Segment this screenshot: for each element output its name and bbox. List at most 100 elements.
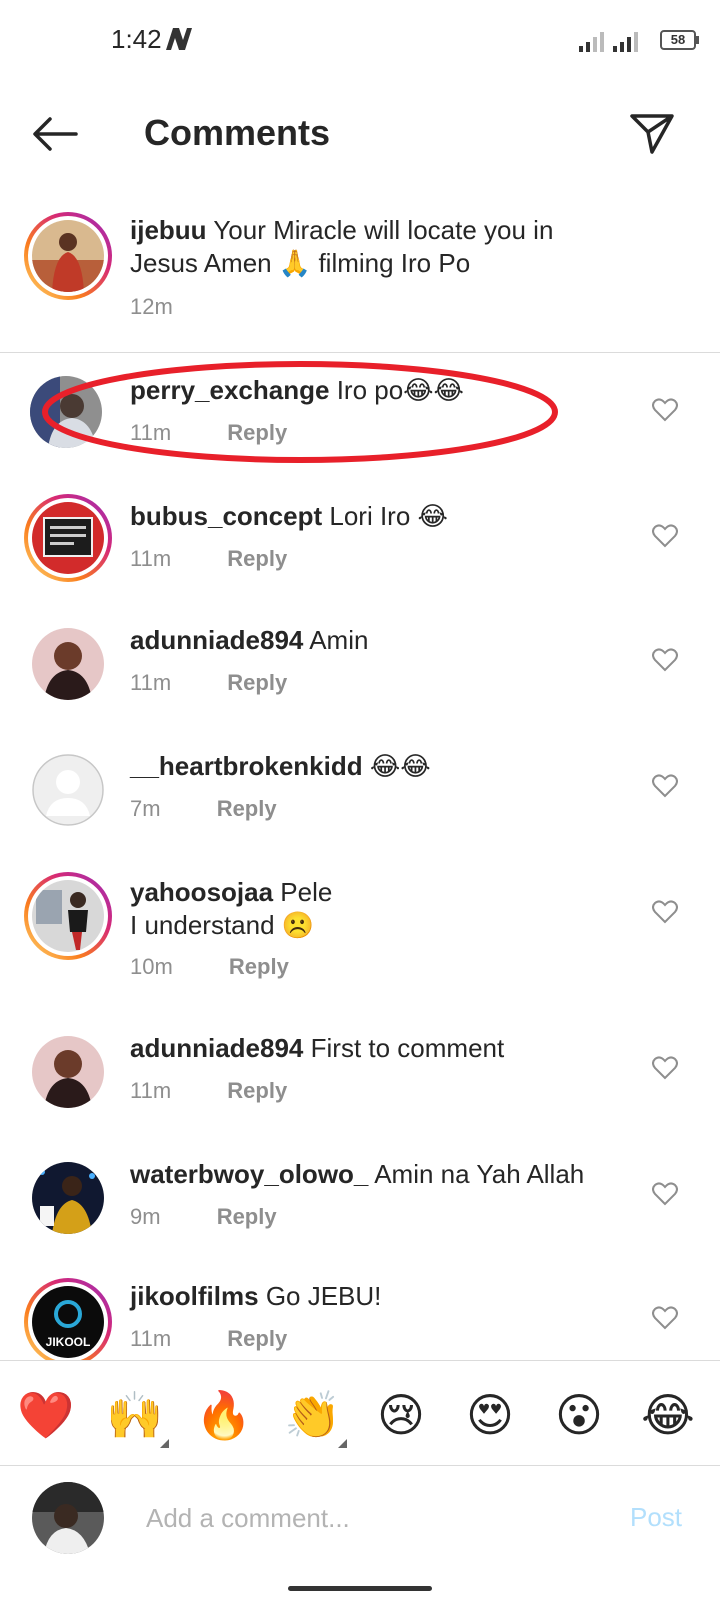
heart-eyes-emoji-button[interactable]: 😍 [462, 1387, 518, 1443]
avatar-image [32, 880, 104, 952]
reply-button[interactable]: Reply [227, 420, 287, 445]
jikool-logo: JIKOOL [32, 1286, 104, 1358]
comment-row: perry_exchange Iro po😂😂 11m Reply [0, 372, 720, 472]
comment-username[interactable]: jikoolfilms [130, 1281, 259, 1311]
comment-meta: 7m Reply [130, 796, 277, 822]
comment-text: perry_exchange Iro po😂😂 [130, 374, 600, 407]
surprised-emoji-button[interactable]: 😮 [551, 1387, 607, 1443]
comment-row: adunniade894 First to comment 11m Reply [0, 1030, 720, 1130]
comment-text: bubus_concept Lori Iro 😂 [130, 500, 600, 533]
comment-body: Lori Iro 😂 [329, 501, 448, 531]
comment-time: 11m [130, 670, 172, 695]
reply-button[interactable]: Reply [229, 954, 289, 979]
my-avatar [32, 1482, 104, 1554]
comment-time: 11m [130, 1078, 172, 1103]
caption-time: 12m [130, 294, 173, 319]
comment-username[interactable]: adunniade894 [130, 1033, 303, 1063]
comment-text: __heartbrokenkidd 😂😂 [130, 750, 600, 783]
caption-meta: 12m [130, 294, 173, 320]
like-heart-icon[interactable] [652, 398, 678, 422]
reply-button[interactable]: Reply [217, 796, 277, 821]
reply-button[interactable]: Reply [227, 670, 287, 695]
comment-time: 10m [130, 954, 173, 979]
comment-row: bubus_concept Lori Iro 😂 11m Reply [0, 494, 720, 594]
reply-button[interactable]: Reply [227, 546, 287, 571]
comment-meta: 11m Reply [130, 1078, 287, 1104]
comment-input-bar: Post [0, 1465, 720, 1578]
comment-row: adunniade894 Amin 11m Reply [0, 620, 720, 720]
comment-meta: 11m Reply [130, 420, 287, 446]
like-heart-icon[interactable] [652, 774, 678, 798]
comment-input[interactable] [144, 1492, 568, 1544]
avatar-image [32, 502, 104, 574]
comment-body: Amin [309, 625, 369, 655]
comment-body: Go JEBU! [265, 1281, 382, 1311]
comment-avatar[interactable] [32, 1036, 104, 1108]
comment-time: 11m [130, 420, 172, 445]
like-heart-icon[interactable] [652, 524, 678, 548]
like-heart-icon[interactable] [652, 1056, 678, 1080]
skin-tone-indicator [338, 1439, 347, 1448]
like-heart-icon[interactable] [652, 1306, 678, 1330]
page-title: Comments [144, 112, 331, 153]
post-button[interactable]: Post [630, 1502, 682, 1533]
comment-avatar[interactable] [32, 628, 104, 700]
battery-icon: 58 [660, 30, 696, 50]
comment-row: JIKOOL jikoolfilms Go JEBU! 11m Reply [0, 1278, 720, 1360]
comment-body: 😂😂 [369, 751, 431, 781]
signal-icon-2 [613, 32, 638, 52]
comment-time: 7m [130, 796, 161, 821]
like-heart-icon[interactable] [652, 1182, 678, 1206]
comment-username[interactable]: adunniade894 [130, 625, 303, 655]
signal-icon-1 [579, 32, 604, 52]
raising-hands-emoji-button[interactable]: 🙌 [106, 1387, 163, 1443]
comment-avatar[interactable] [30, 376, 102, 448]
reply-button[interactable]: Reply [217, 1204, 277, 1229]
status-bar: 1:42 58 [0, 0, 720, 80]
heart-emoji-button[interactable]: ❤️ [17, 1387, 74, 1443]
comment-text: adunniade894 First to comment [130, 1032, 600, 1065]
comment-text: adunniade894 Amin [130, 624, 600, 657]
default-avatar-icon[interactable] [32, 754, 104, 826]
comment-avatar[interactable] [24, 494, 112, 582]
comment-username[interactable]: waterbwoy_olowo_ [130, 1159, 368, 1189]
comment-avatar[interactable] [24, 872, 112, 960]
laughing-emoji-button[interactable]: 😂 [640, 1387, 696, 1443]
send-icon[interactable] [628, 110, 676, 158]
comment-row: __heartbrokenkidd 😂😂 7m Reply [0, 746, 720, 846]
comment-row: waterbwoy_olowo_ Amin na Yah Allah 9m Re… [0, 1156, 720, 1256]
emoji-quick-bar: ❤️ 🙌 🔥 👏 😢 😍 😮 😂 [0, 1360, 720, 1466]
caption-divider [0, 352, 720, 353]
reply-button[interactable]: Reply [227, 1078, 287, 1103]
like-heart-icon[interactable] [652, 648, 678, 672]
reply-button[interactable]: Reply [227, 1326, 287, 1351]
status-time: 1:42 [111, 24, 162, 54]
comment-username[interactable]: __heartbrokenkidd [130, 751, 363, 781]
caption-username[interactable]: ijebuu [130, 215, 207, 245]
caption: ijebuu Your Miracle will locate you in J… [0, 198, 720, 353]
network-n-icon [166, 28, 192, 50]
comment-time: 11m [130, 546, 172, 571]
crying-emoji-button[interactable]: 😢 [373, 1387, 429, 1443]
comment-avatar[interactable]: JIKOOL [24, 1278, 112, 1360]
jikool-logo-text: JIKOOL [46, 1335, 91, 1349]
comment-text: yahoosojaa Pele I understand ☹️ [130, 876, 600, 942]
home-indicator[interactable] [288, 1586, 432, 1591]
battery-tip [696, 36, 699, 44]
header: Comments [0, 96, 720, 176]
comment-username[interactable]: yahoosojaa [130, 877, 273, 907]
comment-time: 9m [130, 1204, 161, 1229]
caption-text: ijebuu Your Miracle will locate you in J… [130, 214, 600, 280]
comment-username[interactable]: perry_exchange [130, 375, 329, 405]
comment-body: First to comment [310, 1033, 505, 1063]
back-arrow-icon[interactable] [30, 114, 80, 154]
comment-time: 11m [130, 1326, 172, 1351]
comment-username[interactable]: bubus_concept [130, 501, 322, 531]
caption-avatar[interactable] [24, 212, 112, 300]
like-heart-icon[interactable] [652, 900, 678, 924]
clapping-emoji-button[interactable]: 👏 [284, 1387, 341, 1443]
fire-emoji-button[interactable]: 🔥 [195, 1387, 252, 1443]
comment-avatar[interactable] [32, 1162, 104, 1234]
comment-meta: 11m Reply [130, 546, 287, 572]
comment-body: Amin na Yah Allah [374, 1159, 585, 1189]
